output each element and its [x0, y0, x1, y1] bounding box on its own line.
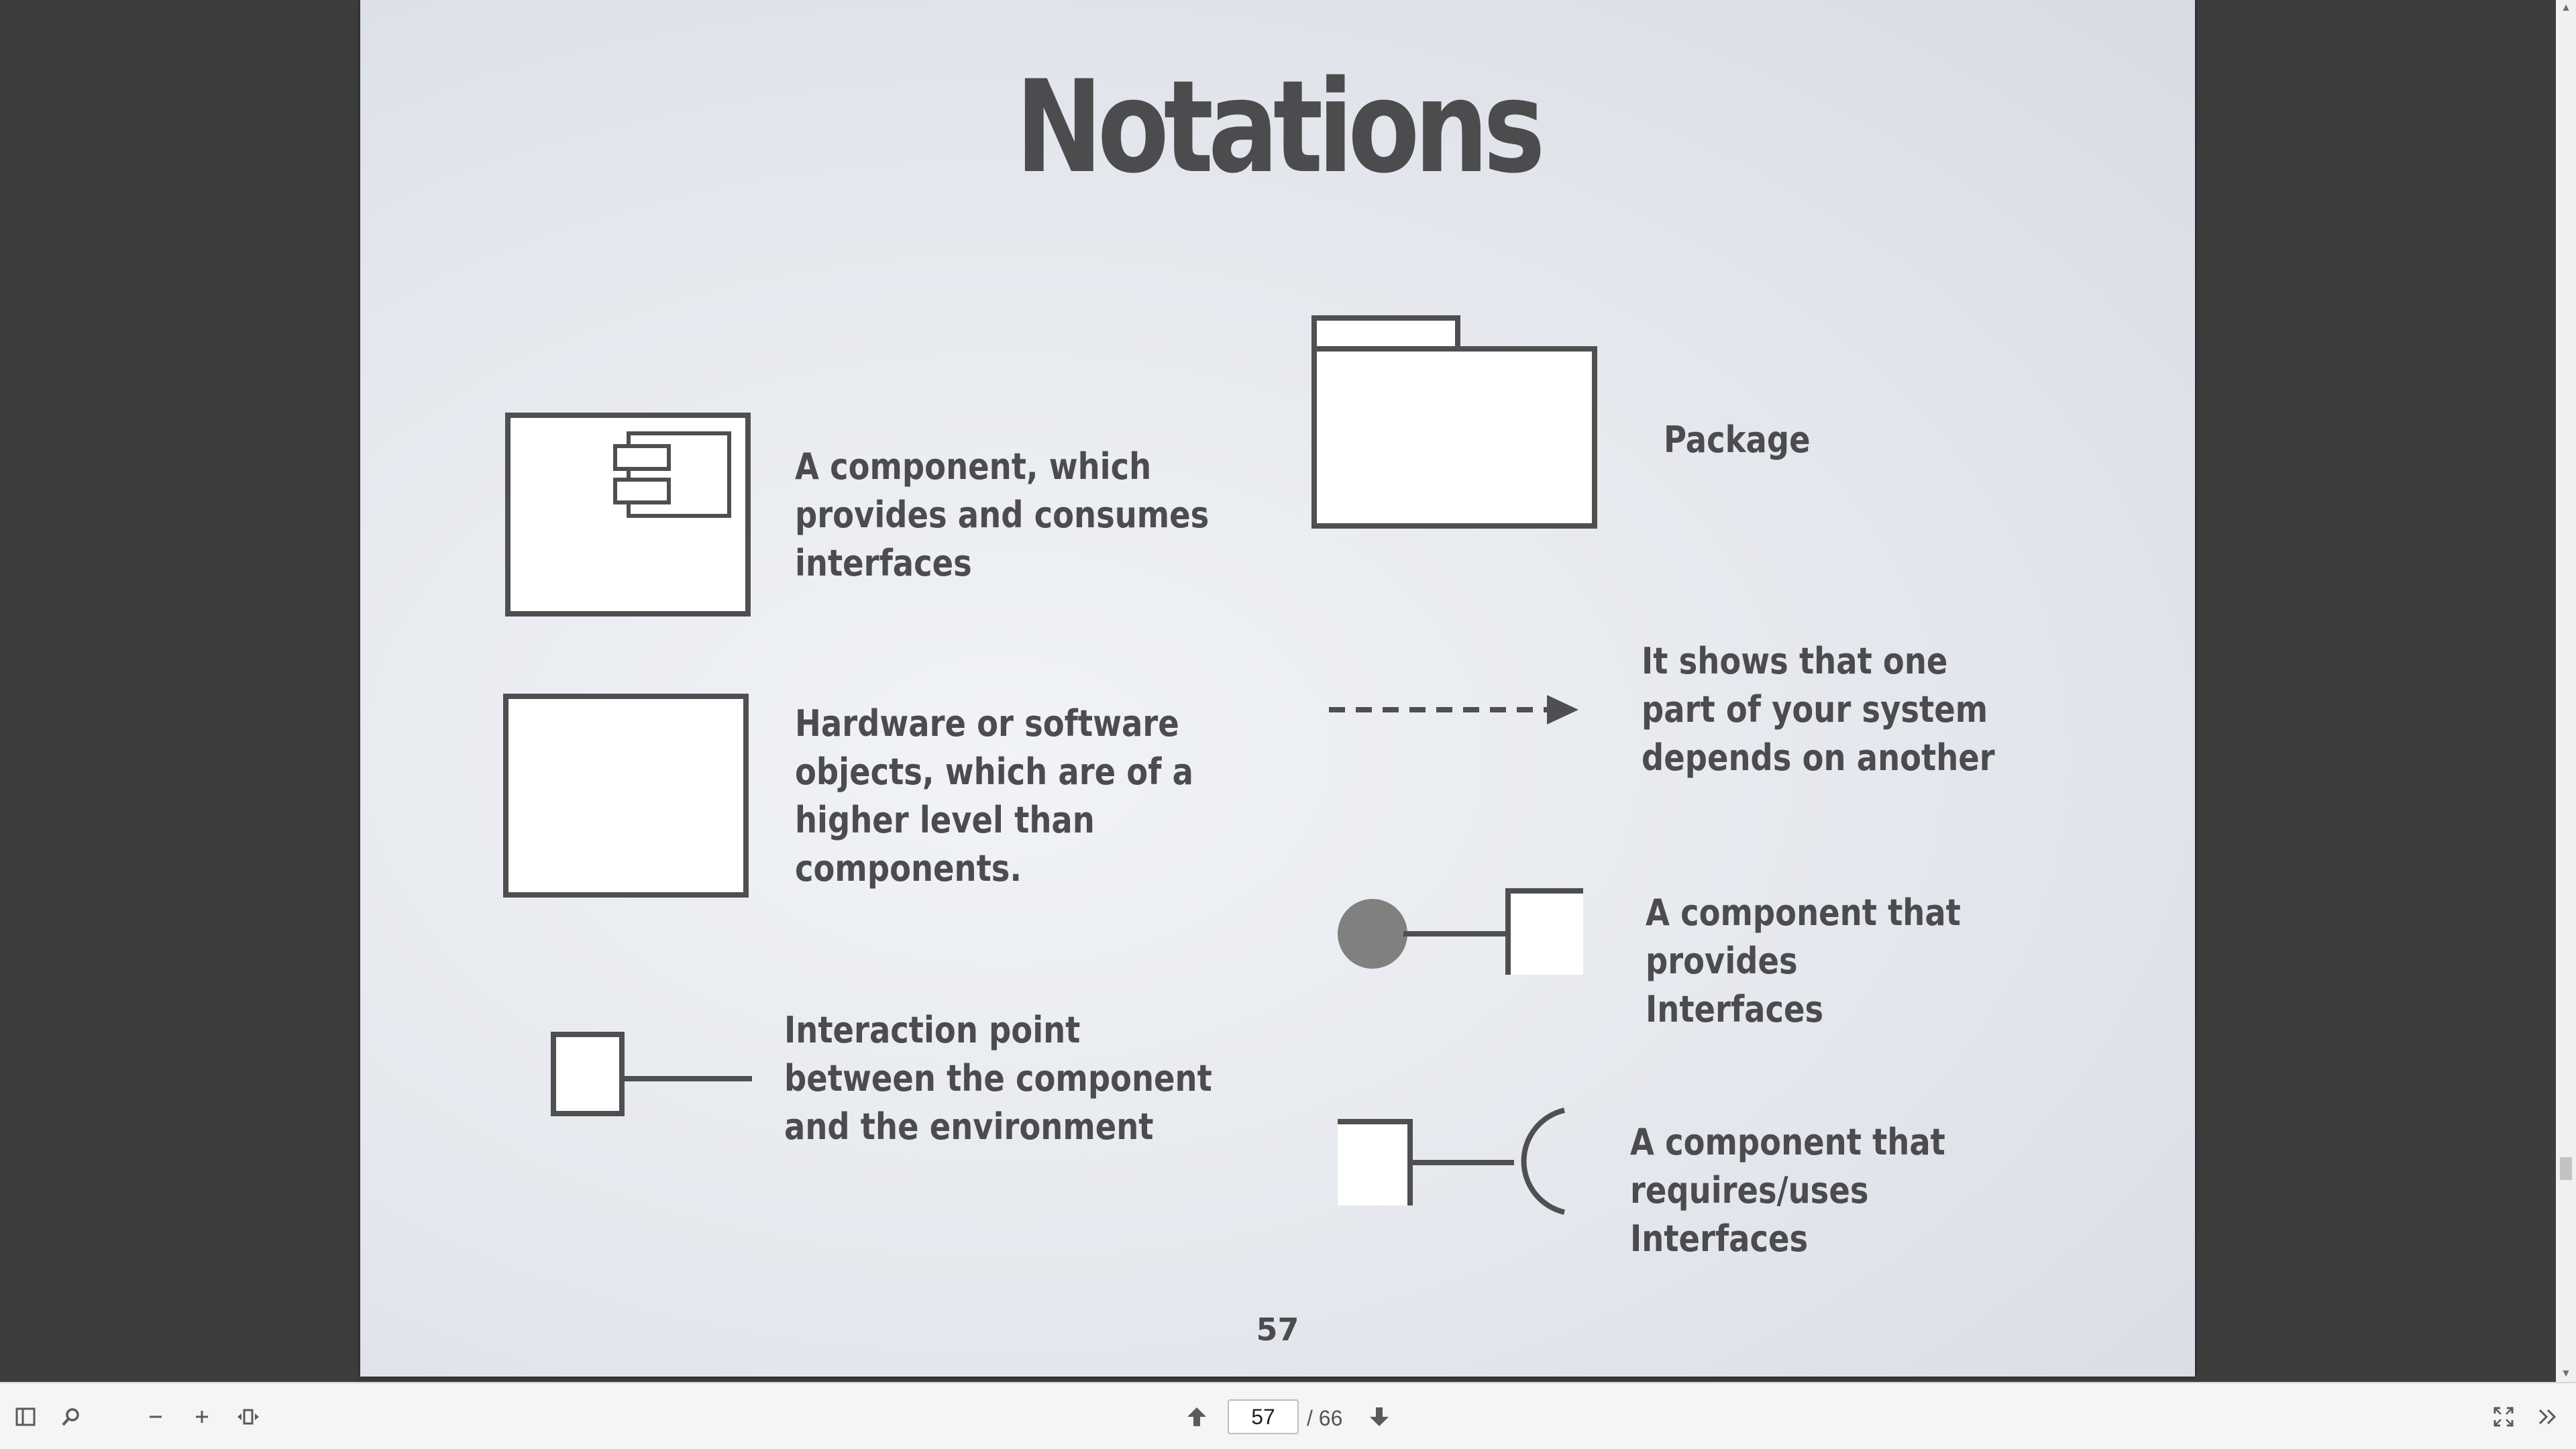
port-notation-icon: [551, 1032, 752, 1116]
more-tools-button[interactable]: [2526, 1395, 2569, 1438]
slide-title: Notations: [1015, 53, 1546, 201]
arrow-down-icon: [1370, 1407, 1389, 1426]
slide-page-number: 57: [1256, 1311, 1299, 1348]
provided-interface-description: A component that provides Interfaces: [1646, 892, 1961, 1030]
package-description: Package: [1664, 419, 1811, 461]
node-description: Hardware or software objects, which are …: [795, 702, 1193, 890]
port-description: Interaction point between the component …: [784, 1009, 1212, 1148]
fit-width-icon: [237, 1409, 259, 1425]
plus-icon: [196, 1411, 208, 1423]
zoom-out-button[interactable]: [134, 1395, 177, 1438]
sidebar-toggle-button[interactable]: [4, 1395, 47, 1438]
arrow-up-icon: [1187, 1407, 1206, 1426]
sidebar-toggle-icon: [15, 1407, 36, 1426]
next-page-button[interactable]: [1358, 1395, 1401, 1438]
zoom-in-button[interactable]: [180, 1395, 223, 1438]
viewer-toolbar: / 66: [0, 1382, 2576, 1449]
fullscreen-icon: [2493, 1407, 2514, 1427]
component-notation-icon: [505, 413, 751, 616]
provided-interface-icon: [1338, 888, 1583, 975]
component-description: A component, which provides and consumes…: [795, 445, 1210, 584]
page-number-input[interactable]: [1228, 1399, 1299, 1434]
dependency-arrow-icon: [1329, 695, 1578, 724]
scroll-up-arrow-icon[interactable]: ▲: [2556, 0, 2576, 16]
fit-width-button[interactable]: [227, 1395, 270, 1438]
scrollbar-thumb[interactable]: [2560, 1157, 2572, 1180]
node-notation-icon: [503, 694, 749, 898]
dependency-description: It shows that one part of your system de…: [1642, 640, 1995, 779]
scroll-down-arrow-icon[interactable]: ▼: [2556, 1366, 2576, 1382]
package-notation-icon: [1311, 315, 1597, 529]
slide-page: Notations A component, which provides an…: [360, 0, 2195, 1377]
search-button[interactable]: [50, 1395, 93, 1438]
vertical-scrollbar[interactable]: ▲ ▼: [2556, 0, 2576, 1382]
required-interface-description: A component that requires/uses Interface…: [1630, 1121, 1945, 1260]
page-total-label: / 66: [1307, 1406, 1343, 1430]
minus-icon: [150, 1415, 162, 1418]
fullscreen-button[interactable]: [2482, 1395, 2525, 1438]
double-chevron-right-icon: [2538, 1409, 2557, 1425]
search-icon: [62, 1408, 79, 1426]
document-viewport: Notations A component, which provides an…: [0, 0, 2556, 1382]
required-interface-icon: [1338, 1108, 1565, 1215]
previous-page-button[interactable]: [1175, 1395, 1218, 1438]
